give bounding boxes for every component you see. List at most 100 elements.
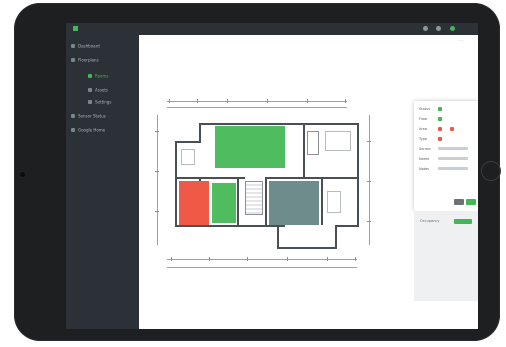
panel-row-status: Status bbox=[419, 107, 430, 111]
wall bbox=[175, 177, 245, 179]
sidebar-item-rooms[interactable]: Rooms bbox=[88, 73, 108, 82]
dimension-tick bbox=[327, 257, 328, 261]
dimension-tick bbox=[367, 221, 371, 222]
dimension-tick bbox=[355, 257, 356, 261]
panel-row-name: Name bbox=[419, 157, 429, 161]
grid-icon bbox=[71, 44, 75, 48]
closet-icon bbox=[325, 131, 351, 151]
room-red[interactable] bbox=[179, 181, 209, 225]
sidebar-item-label: Floorplans bbox=[78, 57, 99, 63]
dimension-tick bbox=[267, 99, 268, 103]
sidebar-item-dashboard[interactable]: Dashboard bbox=[71, 43, 100, 52]
sidebar-item-sensor-status[interactable]: Sensor Status bbox=[71, 113, 106, 122]
sidebar-item-label: Rooms bbox=[95, 73, 109, 79]
panel-row-area: Area bbox=[419, 127, 427, 131]
properties-panel: Status Floor Area Type Sensor Name Notes bbox=[414, 101, 478, 211]
bathtub-icon bbox=[307, 131, 319, 155]
wall bbox=[335, 225, 359, 227]
wall bbox=[321, 179, 323, 225]
sidebar-item-google-home[interactable]: Google Home bbox=[71, 127, 105, 136]
area-chip[interactable] bbox=[438, 127, 442, 131]
panel-row-floor: Floor bbox=[419, 117, 428, 121]
notes-field[interactable] bbox=[438, 167, 468, 170]
wall bbox=[175, 225, 285, 227]
dimension-line-top-2 bbox=[167, 107, 347, 108]
camera-icon bbox=[20, 172, 25, 177]
settings-icon[interactable] bbox=[450, 26, 455, 31]
toolbar-indicator: ⋯ bbox=[459, 38, 463, 43]
dimension-line-left bbox=[157, 115, 158, 245]
wall bbox=[303, 123, 305, 179]
panel-row-label: Name bbox=[419, 157, 430, 161]
dimension-tick bbox=[209, 257, 210, 261]
sidebar-item-label: Google Home bbox=[78, 127, 106, 133]
floorplan bbox=[155, 99, 393, 271]
room-green-top[interactable] bbox=[215, 126, 285, 168]
secondary-panel: Occupancy bbox=[414, 211, 478, 301]
dimension-tick bbox=[155, 211, 159, 212]
room-icon bbox=[88, 74, 92, 78]
dimension-tick bbox=[171, 257, 172, 261]
sidebar-item-floorplans[interactable]: Floorplans bbox=[71, 57, 99, 66]
dimension-tick bbox=[169, 99, 170, 103]
sidebar-item-label: Dashboard bbox=[78, 43, 100, 49]
panel2-action-button[interactable] bbox=[454, 219, 472, 224]
dimension-tick bbox=[307, 99, 308, 103]
area-chip-2[interactable] bbox=[450, 127, 454, 131]
wall bbox=[277, 247, 337, 249]
panel-row-label: Notes bbox=[419, 167, 430, 171]
sidebar-item-label: Settings bbox=[95, 99, 112, 105]
panel-row-notes: Notes bbox=[419, 167, 429, 171]
entry-icon bbox=[181, 149, 195, 165]
wall bbox=[199, 123, 201, 143]
panel2-label: Occupancy bbox=[420, 219, 440, 223]
dimension-line-right bbox=[369, 115, 370, 245]
dimension-tick bbox=[287, 257, 288, 261]
dimension-tick bbox=[367, 141, 371, 142]
wall bbox=[277, 227, 279, 249]
wall bbox=[237, 177, 239, 225]
wall bbox=[199, 123, 359, 125]
panel-row-label: Floor bbox=[419, 117, 428, 121]
gear-icon bbox=[88, 100, 92, 104]
floor-chip[interactable] bbox=[438, 117, 442, 121]
dimension-tick bbox=[197, 99, 198, 103]
sidebar-item-label: Assets bbox=[95, 87, 109, 93]
layout-icon bbox=[71, 58, 75, 62]
sensor-icon bbox=[71, 114, 75, 118]
dimension-tick bbox=[367, 181, 371, 182]
dimension-tick bbox=[155, 171, 159, 172]
stairs-icon bbox=[245, 181, 263, 215]
wall bbox=[357, 123, 359, 227]
type-chip[interactable] bbox=[438, 137, 442, 141]
cancel-button[interactable] bbox=[454, 199, 464, 205]
bell-icon[interactable] bbox=[423, 26, 428, 31]
home-icon bbox=[71, 128, 75, 132]
sensor-field[interactable] bbox=[438, 147, 468, 150]
tablet-frame: Dashboard Floorplans Rooms Assets Settin… bbox=[14, 3, 501, 341]
status-chip[interactable] bbox=[438, 107, 442, 111]
panel-row-type: Type bbox=[419, 137, 427, 141]
room-teal[interactable] bbox=[269, 181, 319, 225]
save-button[interactable] bbox=[466, 199, 476, 205]
dimension-tick bbox=[247, 257, 248, 261]
name-field[interactable] bbox=[438, 157, 468, 160]
dimension-line-top bbox=[167, 101, 347, 102]
sidebar-item-settings[interactable]: Settings bbox=[88, 99, 111, 108]
box-icon bbox=[88, 88, 92, 92]
floorplan-canvas[interactable]: ⋯ Status Floor Area Type Sensor Name Not… bbox=[139, 35, 478, 329]
user-icon[interactable] bbox=[436, 26, 441, 31]
home-button[interactable] bbox=[481, 161, 501, 181]
panel-row-label: Type bbox=[419, 137, 428, 141]
dimension-tick bbox=[227, 99, 228, 103]
panel-row-label: Status bbox=[419, 107, 431, 111]
sidebar-item-label: Sensor Status bbox=[78, 113, 106, 119]
wall bbox=[175, 141, 177, 225]
dimension-tick bbox=[345, 99, 346, 103]
wall bbox=[175, 141, 199, 143]
dimension-line-bottom bbox=[167, 259, 357, 260]
sidebar-item-assets[interactable]: Assets bbox=[88, 87, 108, 96]
panel-row-label: Area bbox=[419, 127, 428, 131]
top-bar bbox=[66, 23, 478, 35]
room-green-bottom[interactable] bbox=[212, 183, 236, 223]
